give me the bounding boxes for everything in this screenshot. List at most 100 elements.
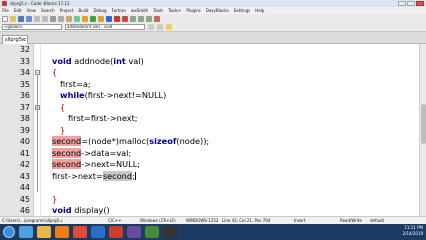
clock-date: 2/14/2019 [402, 231, 423, 236]
menu-edit[interactable]: Edit [14, 7, 22, 14]
code-text: void display() [52, 205, 110, 215]
menu-bar: File Edit View Search Project Build Debu… [0, 7, 426, 14]
menu-help[interactable]: Help [255, 7, 264, 14]
menu-settings[interactable]: Settings [234, 7, 250, 14]
editor-tab-bar: sllprg5.c × [0, 32, 426, 44]
line-number: 37 [19, 102, 30, 112]
debug-icon[interactable] [122, 15, 128, 22]
step-icon[interactable] [130, 15, 136, 22]
highlight-icon[interactable] [166, 24, 172, 30]
new-file-icon[interactable] [2, 15, 8, 22]
code-editor[interactable]: 32 33 void addnode(int val) 34 − { 35 fi… [0, 44, 426, 224]
code-text: } [52, 193, 58, 204]
menu-plugins[interactable]: Plugins [186, 7, 200, 14]
function-select[interactable]: addnode(int val) : void [65, 24, 145, 30]
window-controls [398, 1, 424, 6]
paste-icon[interactable] [66, 15, 72, 22]
status-bar: C:\Users\...\programs\sllprg5.c C/C++ Wi… [0, 216, 426, 224]
line-number: 44 [19, 183, 30, 192]
status-eol: Windows (CR+LF) [140, 218, 176, 223]
code-line: 40 second=(node*)malloc(sizeof(node)); [0, 136, 410, 148]
line-number: 39 [19, 125, 30, 135]
system-tray-clock[interactable]: 11:11 PM 2/14/2019 [402, 225, 423, 237]
code-line: 41 second->data=val; [0, 147, 410, 160]
editor-vertical-scrollbar[interactable] [419, 44, 426, 224]
redo-icon[interactable] [42, 15, 48, 22]
jump-forward-icon[interactable] [157, 24, 163, 30]
code-line: 43 first->next=second; [0, 170, 410, 183]
code-line: 37 − { [0, 102, 410, 114]
menu-project[interactable]: Project [60, 7, 74, 14]
code-text: second=(node*)malloc(sizeof(node)); [52, 136, 210, 146]
internet-explorer-icon[interactable] [19, 226, 33, 238]
code-line: 33 void addnode(int val) [0, 56, 410, 68]
status-access: Read/Write [340, 218, 362, 223]
scope-select[interactable]: <global> [2, 24, 62, 30]
step-into-icon[interactable] [138, 15, 144, 22]
step-out-icon[interactable] [146, 15, 152, 22]
code-line: 39 } [0, 125, 410, 137]
media-player-icon[interactable] [55, 226, 69, 238]
menu-fortran[interactable]: Fortran [112, 7, 126, 14]
code-text: second->next=NULL; [52, 159, 141, 169]
save-all-icon[interactable] [26, 15, 32, 22]
line-number: 42 [19, 160, 30, 169]
menu-view[interactable]: View [26, 7, 36, 14]
abort-icon[interactable] [114, 15, 120, 22]
code-line: 42 second->next=NULL; [0, 159, 410, 171]
code-line: 38 first=first->next; [0, 113, 410, 125]
chrome-icon[interactable] [73, 226, 87, 238]
status-language: C/C++ [108, 218, 122, 223]
terminal-icon[interactable] [163, 226, 177, 238]
undo-icon[interactable] [34, 15, 40, 22]
menu-build[interactable]: Build [78, 7, 88, 14]
stop-debug-icon[interactable] [154, 15, 160, 22]
tab-sllprg5-c[interactable]: sllprg5.c × [2, 35, 28, 44]
maximize-button[interactable] [407, 1, 415, 6]
code-line: 35 first=a; [0, 79, 410, 91]
status-encoding: WINDOWS-1252 [186, 218, 219, 223]
start-button[interactable] [3, 226, 15, 238]
open-folder-icon[interactable] [10, 15, 16, 22]
code-line: 46 void display() [0, 205, 410, 217]
cut-icon[interactable] [50, 15, 56, 22]
close-button[interactable] [416, 1, 424, 6]
minimize-button[interactable] [398, 1, 406, 6]
menu-debug[interactable]: Debug [93, 7, 106, 14]
rebuild-icon[interactable] [106, 15, 112, 22]
code-completion-toolbar: <global> addnode(int val) : void [0, 23, 426, 32]
line-number: 46 [19, 206, 30, 215]
find-icon[interactable] [74, 15, 80, 22]
line-number: 32 [19, 45, 30, 54]
windows-taskbar: 11:11 PM 2/14/2019 [0, 224, 426, 240]
status-cursor-position: Line 43, Col 21, Pos 704 [222, 218, 271, 223]
menu-tools[interactable]: Tools [153, 7, 163, 14]
codeblocks-app-icon [2, 1, 7, 6]
code-text: { [52, 67, 58, 77]
menu-file[interactable]: File [2, 7, 9, 14]
code-text: first=a; [60, 78, 91, 89]
code-line: 34 − { [0, 67, 410, 79]
scrollbar-thumb[interactable] [421, 104, 426, 144]
word-icon[interactable] [91, 226, 105, 238]
menu-doxyblocks[interactable]: DoxyBlocks [206, 7, 229, 14]
jump-back-icon[interactable] [148, 24, 154, 30]
run-icon[interactable] [90, 15, 96, 22]
tab-close-icon[interactable]: × [21, 36, 25, 44]
build-gear-icon[interactable] [82, 15, 88, 22]
copy-icon[interactable] [58, 15, 64, 22]
save-icon[interactable] [18, 15, 24, 22]
code-text: { [60, 101, 66, 112]
status-insert-mode: Insert [294, 218, 306, 223]
app-icon[interactable] [127, 226, 141, 238]
powerpoint-icon[interactable] [109, 226, 123, 238]
menu-tools-plus[interactable]: Tools+ [168, 7, 181, 14]
menu-search[interactable]: Search [41, 7, 55, 14]
file-explorer-icon[interactable] [37, 226, 51, 238]
build-and-run-icon[interactable] [98, 15, 104, 22]
codeblocks-task-icon[interactable] [145, 226, 159, 238]
window-title: sllprg5.c - Code::Blocks 17.12 [10, 1, 70, 6]
line-number: 36 [19, 91, 30, 100]
status-profile: default [370, 218, 385, 223]
menu-wxsmith[interactable]: wxSmith [131, 7, 148, 14]
